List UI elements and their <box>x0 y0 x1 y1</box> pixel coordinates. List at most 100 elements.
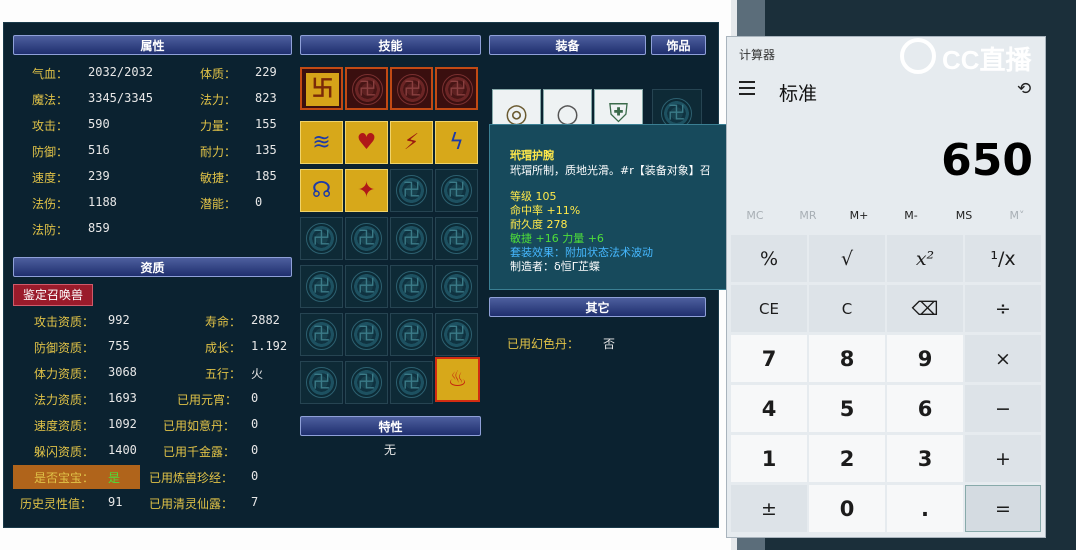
attr-value: 859 <box>88 221 110 235</box>
equipment-header: 装备 <box>489 35 646 55</box>
skill-slot-empty[interactable] <box>435 67 478 110</box>
aptitude-label: 成长： <box>205 341 242 355</box>
skill-sparkle-icon[interactable]: ✦ <box>345 169 388 212</box>
attr-label: 体质： <box>200 67 237 81</box>
digit-7-button[interactable]: 7 <box>731 335 807 382</box>
memory-clear-button[interactable]: MC <box>735 209 775 222</box>
aptitude-label: 已用千金露： <box>163 445 236 459</box>
item-description: 玳瑁所制，质地光滑。#r【装备对象】召 <box>510 164 711 177</box>
skill-slot-empty[interactable] <box>435 265 478 308</box>
skill-slot-empty[interactable] <box>345 313 388 356</box>
attr-label: 气血： <box>32 67 69 81</box>
skill-slot-empty[interactable] <box>300 361 343 404</box>
memory-add-button[interactable]: M+ <box>839 209 879 222</box>
multiply-button[interactable]: × <box>965 335 1041 382</box>
skill-slot-empty[interactable] <box>300 313 343 356</box>
logo-text: CC直播 <box>942 45 1032 75</box>
skill-slot-empty[interactable] <box>435 217 478 260</box>
decimal-button[interactable]: . <box>887 485 963 532</box>
memory-recall-button[interactable]: MR <box>788 209 828 222</box>
memory-store-button[interactable]: MS <box>944 209 984 222</box>
rune-icon: 卐 <box>306 73 339 106</box>
memory-list-button[interactable]: M˅ <box>997 209 1037 222</box>
attr-value: 2032/2032 <box>88 65 154 79</box>
attr-label: 攻击： <box>32 119 69 133</box>
mode-title: 标准 <box>779 83 818 105</box>
attr-value: 229 <box>255 65 277 79</box>
digit-3-button[interactable]: 3 <box>887 435 963 482</box>
negate-button[interactable]: ± <box>731 485 807 532</box>
appraise-pet-button[interactable]: 鉴定召唤兽 <box>13 284 93 306</box>
aptitude-value: 0 <box>251 391 259 405</box>
divide-button[interactable]: ÷ <box>965 285 1041 332</box>
attr-value: 823 <box>255 91 277 105</box>
attr-label: 法防： <box>32 223 69 237</box>
logo-mark-icon <box>900 38 936 74</box>
digit-2-button[interactable]: 2 <box>809 435 885 482</box>
digit-8-button[interactable]: 8 <box>809 335 885 382</box>
skill-water-icon[interactable]: ≋ <box>300 121 343 164</box>
skill-slot-empty[interactable] <box>390 361 433 404</box>
reciprocal-button[interactable]: ¹/x <box>965 235 1041 282</box>
aptitude-value: 火 <box>251 367 264 381</box>
attr-label: 敏捷： <box>200 171 237 185</box>
history-icon[interactable]: ⟲ <box>1017 79 1031 99</box>
attr-value: 239 <box>88 169 110 183</box>
skill-slot-empty[interactable] <box>345 217 388 260</box>
traits-header: 特性 <box>300 416 481 436</box>
attr-value: 155 <box>255 117 277 131</box>
digit-9-button[interactable]: 9 <box>887 335 963 382</box>
skill-fire-icon[interactable]: ♨ <box>435 357 480 402</box>
backspace-button[interactable]: ⌫ <box>887 285 963 332</box>
attr-value: 185 <box>255 169 277 183</box>
accessories-header: 饰品 <box>651 35 706 55</box>
skill-slot-empty[interactable] <box>345 67 388 110</box>
subtract-button[interactable]: − <box>965 385 1041 432</box>
skill-slot-empty[interactable] <box>390 265 433 308</box>
square-button[interactable]: x² <box>887 235 963 282</box>
attr-label: 速度： <box>32 171 69 185</box>
digit-1-button[interactable]: 1 <box>731 435 807 482</box>
digit-0-button[interactable]: 0 <box>809 485 885 532</box>
attr-value: 1188 <box>88 195 117 209</box>
add-button[interactable]: + <box>965 435 1041 482</box>
aptitude-value: 7 <box>251 495 259 509</box>
sqrt-button[interactable]: √ <box>809 235 885 282</box>
item-tooltip: 玳瑁护腕 玳瑁所制，质地光滑。#r【装备对象】召 等级 105 命中率 +11%… <box>489 124 728 290</box>
skill-claw-icon[interactable]: ⚡ <box>390 121 433 164</box>
skill-slot-empty[interactable] <box>390 169 433 212</box>
skill-slot-empty[interactable] <box>300 265 343 308</box>
aptitude-label: 已用清灵仙露： <box>149 497 234 511</box>
skill-slot-empty[interactable] <box>390 313 433 356</box>
skill-slot-empty[interactable] <box>390 217 433 260</box>
skill-mind-icon[interactable]: ☊ <box>300 169 343 212</box>
skill-slot-empty[interactable] <box>435 313 478 356</box>
clear-entry-button[interactable]: CE <box>731 285 807 332</box>
aptitude-value: 1400 <box>108 443 137 457</box>
aptitude-label: 法力资质： <box>34 393 95 407</box>
skill-slot-empty[interactable] <box>345 265 388 308</box>
skill-lightning-icon[interactable]: ϟ <box>435 121 478 164</box>
aptitude-value: 992 <box>108 313 130 327</box>
skill-slot-empty[interactable] <box>345 361 388 404</box>
digit-6-button[interactable]: 6 <box>887 385 963 432</box>
attr-label: 力量： <box>200 119 237 133</box>
aptitude-header: 资质 <box>13 257 292 277</box>
skill-slot-special[interactable]: 卐 <box>300 67 343 110</box>
aptitude-label: 速度资质： <box>34 419 95 433</box>
aptitude-value: 3068 <box>108 365 137 379</box>
aptitude-value: 0 <box>251 469 259 483</box>
skill-slot-empty[interactable] <box>300 217 343 260</box>
percent-button[interactable]: % <box>731 235 807 282</box>
memory-subtract-button[interactable]: M- <box>891 209 931 222</box>
digit-4-button[interactable]: 4 <box>731 385 807 432</box>
hamburger-menu-icon[interactable] <box>739 81 755 95</box>
skill-slot-empty[interactable] <box>435 169 478 212</box>
digit-5-button[interactable]: 5 <box>809 385 885 432</box>
equals-button[interactable]: = <box>965 485 1041 532</box>
clear-button[interactable]: C <box>809 285 885 332</box>
attr-value: 135 <box>255 143 277 157</box>
item-name: 玳瑁护腕 <box>510 149 554 162</box>
skill-slot-empty[interactable] <box>390 67 433 110</box>
skill-heart-icon[interactable]: ♥ <box>345 121 388 164</box>
